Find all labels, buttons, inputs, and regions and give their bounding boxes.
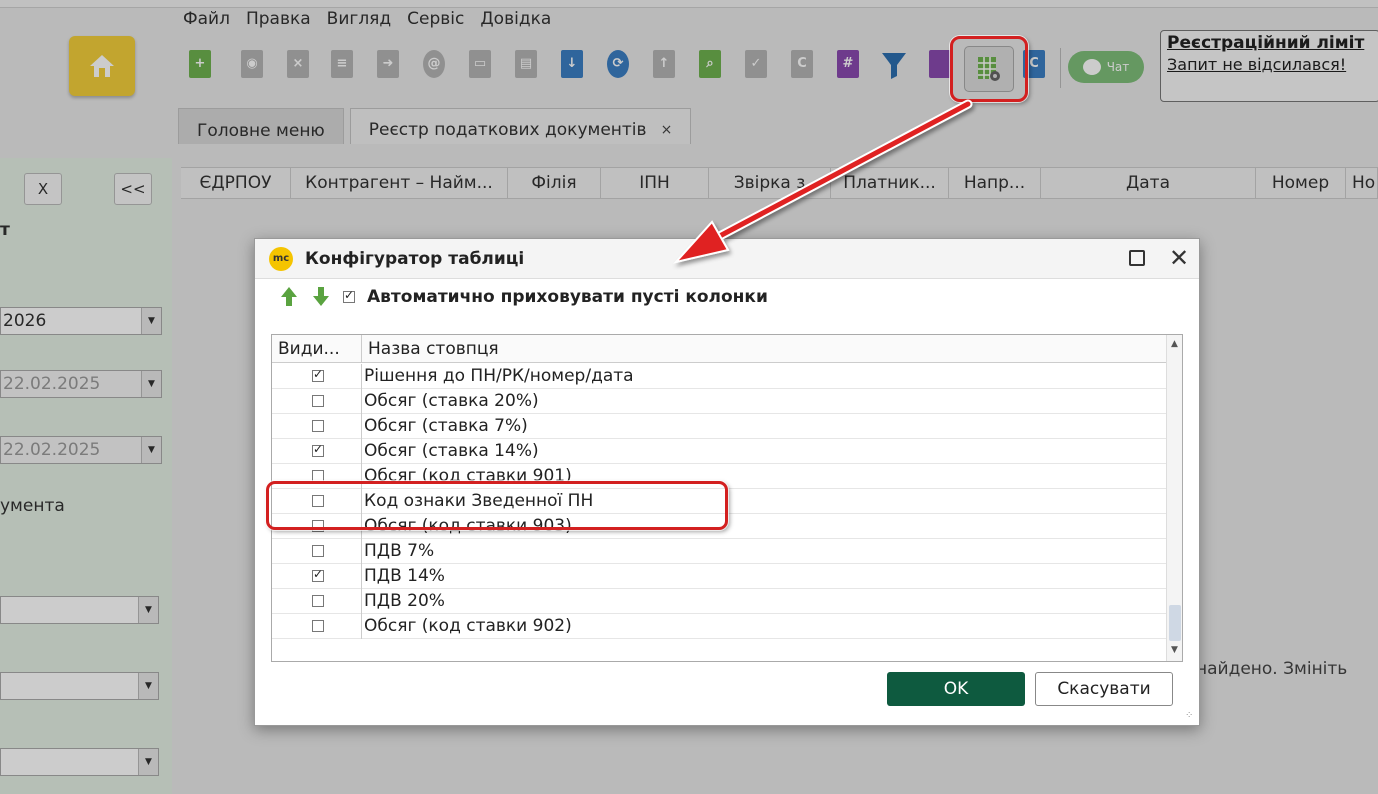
scrollbar-thumb[interactable] [1169, 605, 1181, 641]
scrollbar[interactable]: ▲ ▼ [1166, 335, 1182, 661]
visible-checkbox[interactable] [312, 620, 324, 632]
visible-cell [272, 414, 362, 439]
column-name: Обсяг (ставка 7%) [364, 416, 528, 436]
ok-button[interactable]: OK [887, 672, 1025, 706]
table-row[interactable]: ПДВ 14% [272, 564, 1166, 589]
column-name: Обсяг (код ставки 902) [364, 616, 572, 636]
visible-checkbox[interactable] [312, 442, 324, 457]
visible-cell [272, 539, 362, 564]
table-row[interactable]: Обсяг (код ставки 902) [272, 614, 1166, 639]
highlight-settings-button [950, 36, 1028, 102]
name-col-header[interactable]: Назва стовпця [362, 335, 1166, 363]
table-row[interactable]: Обсяг (ставка 7%) [272, 414, 1166, 439]
visible-checkbox[interactable] [312, 545, 324, 557]
table-row[interactable]: ПДВ 20% [272, 589, 1166, 614]
table-row[interactable]: Рішення до ПН/РК/номер/дата [272, 364, 1166, 389]
dialog-title: Конфігуратор таблиці [305, 249, 525, 269]
scroll-up-icon[interactable]: ▲ [1171, 339, 1178, 349]
visible-checkbox[interactable] [312, 595, 324, 607]
auto-hide-checkbox[interactable] [343, 288, 355, 303]
columns-table-header: Види... Назва стовпця [272, 335, 1166, 363]
move-down-icon[interactable] [311, 287, 331, 307]
app-logo-icon: mc [269, 247, 293, 271]
visible-checkbox[interactable] [312, 367, 324, 382]
column-name: Обсяг (ставка 14%) [364, 441, 539, 461]
column-name: ПДВ 7% [364, 541, 435, 561]
visible-cell [272, 614, 362, 639]
dialog-toolbar: Автоматично приховувати пусті колонки [279, 285, 768, 309]
visible-cell [272, 589, 362, 614]
table-row[interactable]: ПДВ 7% [272, 539, 1166, 564]
table-row[interactable]: Обсяг (ставка 20%) [272, 389, 1166, 414]
resize-grip-icon[interactable]: ⁘ [1185, 711, 1197, 723]
maximize-icon[interactable] [1129, 250, 1145, 266]
table-row[interactable]: Обсяг (ставка 14%) [272, 439, 1166, 464]
scroll-down-icon[interactable]: ▼ [1171, 645, 1178, 655]
visible-checkbox[interactable] [312, 395, 324, 407]
visible-cell [272, 364, 362, 389]
column-name: ПДВ 14% [364, 566, 445, 586]
auto-hide-label: Автоматично приховувати пусті колонки [367, 287, 768, 307]
cancel-button[interactable]: Скасувати [1035, 672, 1173, 706]
close-icon[interactable]: ✕ [1169, 244, 1189, 272]
visible-cell [272, 439, 362, 464]
dialog-titlebar: mc Конфігуратор таблиці ✕ [255, 239, 1199, 279]
visible-checkbox[interactable] [312, 567, 324, 582]
highlight-row-box [266, 481, 728, 530]
column-name: Рішення до ПН/РК/номер/дата [364, 366, 634, 386]
visible-checkbox[interactable] [312, 420, 324, 432]
column-name: Обсяг (ставка 20%) [364, 391, 539, 411]
move-up-icon[interactable] [279, 287, 299, 307]
visible-cell [272, 389, 362, 414]
column-name: ПДВ 20% [364, 591, 445, 611]
visible-cell [272, 564, 362, 589]
visible-col-header[interactable]: Види... [272, 335, 362, 363]
